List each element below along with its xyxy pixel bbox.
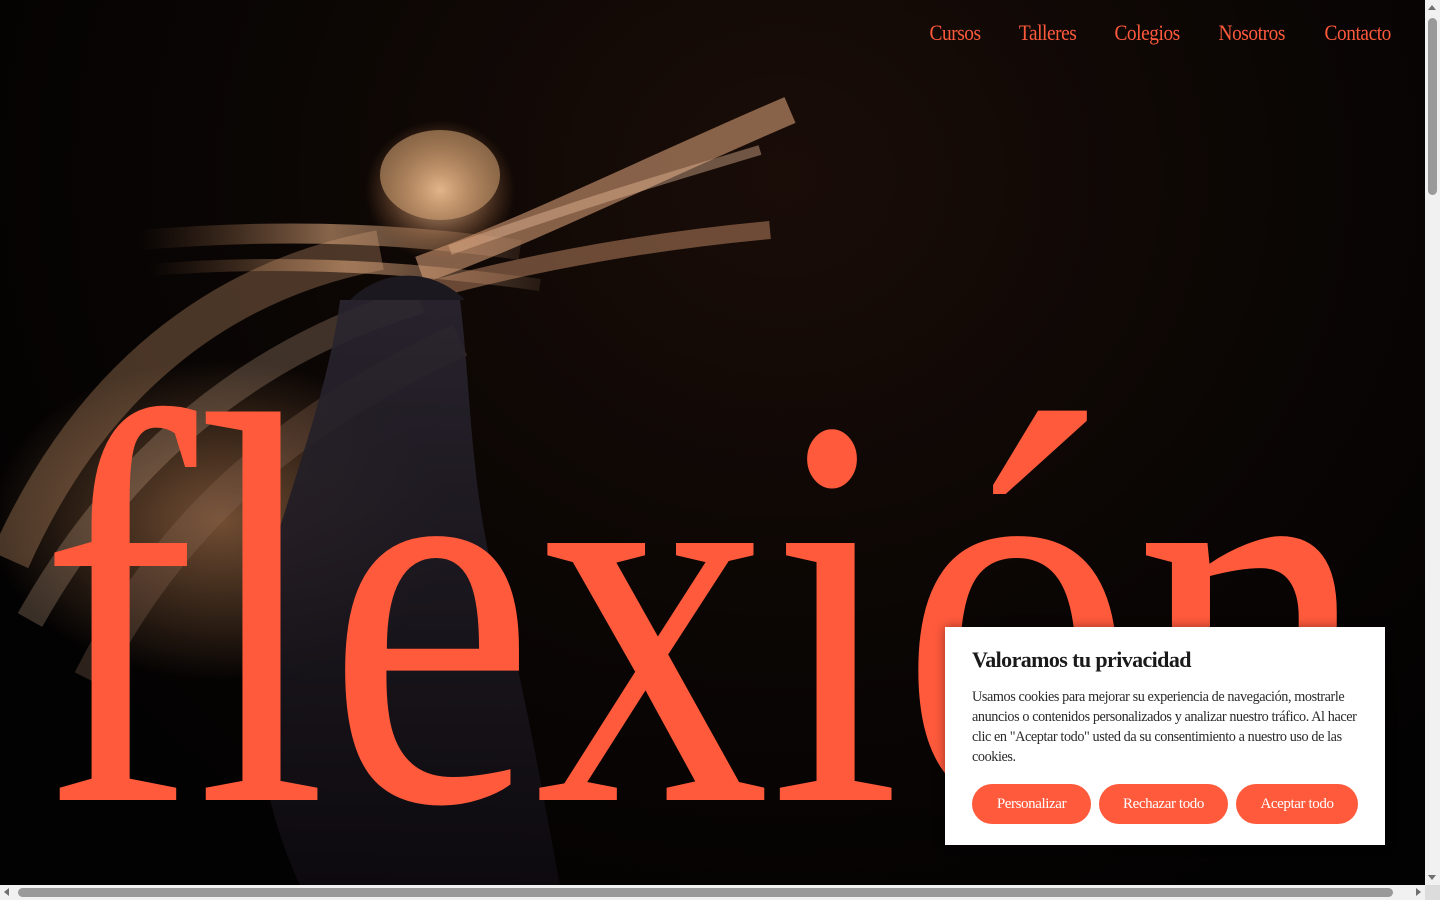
accept-all-button[interactable]: Aceptar todo xyxy=(1236,784,1358,824)
scroll-down-arrow-icon[interactable] xyxy=(1428,875,1436,880)
scrollbar-corner xyxy=(1425,885,1440,900)
nav-contacto[interactable]: Contacto xyxy=(1324,20,1391,46)
horizontal-scrollbar[interactable] xyxy=(0,885,1425,900)
cookie-banner: Valoramos tu privacidad Usamos cookies p… xyxy=(945,627,1385,845)
cookie-title: Valoramos tu privacidad xyxy=(972,647,1191,672)
scroll-right-arrow-icon[interactable] xyxy=(1416,888,1421,896)
reject-all-button[interactable]: Rechazar todo xyxy=(1099,784,1228,824)
cookie-body: Usamos cookies para mejorar su experienc… xyxy=(972,689,1357,765)
nav-nosotros[interactable]: Nosotros xyxy=(1219,20,1286,46)
cookie-actions: Personalizar Rechazar todo Aceptar todo xyxy=(972,784,1358,824)
horizontal-scroll-thumb[interactable] xyxy=(18,888,1393,897)
nav-colegios[interactable]: Colegios xyxy=(1114,20,1180,46)
vertical-scroll-thumb[interactable] xyxy=(1428,18,1437,195)
main-nav: Cursos Talleres Colegios Nosotros Contac… xyxy=(926,20,1395,46)
vertical-scrollbar[interactable] xyxy=(1425,0,1440,885)
scroll-up-arrow-icon[interactable] xyxy=(1428,5,1436,10)
nav-cursos[interactable]: Cursos xyxy=(930,20,982,46)
customize-button[interactable]: Personalizar xyxy=(972,784,1091,824)
nav-talleres[interactable]: Talleres xyxy=(1018,20,1076,46)
scroll-left-arrow-icon[interactable] xyxy=(4,888,9,896)
